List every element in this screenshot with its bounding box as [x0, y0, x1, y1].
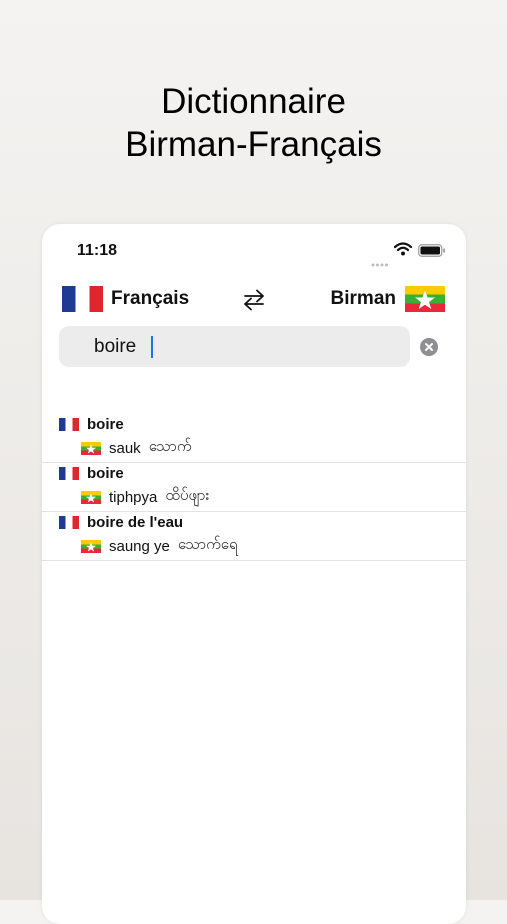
result-item[interactable]: boire tiphpya ထိပ်ဖျား — [42, 463, 466, 512]
result-source-row: boire — [59, 464, 124, 482]
result-target-script: သောက်ရေ — [177, 536, 238, 553]
result-target-romanized: tiphpya — [109, 488, 158, 506]
clear-search-button[interactable] — [420, 338, 438, 356]
target-language-selector[interactable]: Birman — [331, 286, 445, 312]
swap-arrows-icon — [244, 289, 264, 311]
myanmar-flag-icon — [81, 490, 101, 504]
result-source-word: boire de l'eau — [87, 513, 184, 531]
swap-languages-button[interactable] — [240, 288, 268, 312]
clear-icon — [425, 343, 433, 351]
search-input[interactable] — [94, 326, 394, 367]
status-time: 11:18 — [77, 242, 118, 259]
promo-headline: Dictionnaire Birman-Français — [0, 80, 507, 166]
result-source-word: boire — [87, 415, 124, 433]
signal-dots-icon — [371, 254, 389, 272]
result-item[interactable]: boire de l'eau saung ye သောက်ရေ — [42, 512, 466, 561]
target-language-label: Birman — [330, 288, 396, 309]
result-target-row: sauk သောက် — [81, 438, 192, 457]
battery-icon — [418, 244, 446, 262]
source-language-selector[interactable]: Français — [62, 286, 189, 312]
result-source-row: boire — [59, 415, 124, 433]
phone-screen: 11:18 Français Birman boire boire sauk သ… — [42, 224, 466, 924]
result-source-row: boire de l'eau — [59, 513, 184, 531]
result-target-row: saung ye သောက်ရေ — [81, 536, 238, 555]
result-source-word: boire — [87, 464, 124, 482]
status-bar: 11:18 — [42, 224, 466, 278]
source-language-label: Français — [111, 288, 190, 309]
result-item[interactable]: boire sauk သောက် — [42, 414, 466, 463]
result-target-row: tiphpya ထိပ်ဖျား — [81, 487, 210, 506]
france-flag-icon — [62, 286, 103, 312]
results-list: boire sauk သောက် boire tiphpya ထိပ်ဖျား — [42, 414, 466, 561]
language-bar: Français Birman — [42, 280, 466, 320]
myanmar-flag-icon — [81, 441, 101, 455]
result-target-script: သောက် — [148, 438, 192, 455]
france-flag-icon — [59, 417, 79, 431]
headline-line-1: Dictionnaire — [161, 82, 346, 121]
result-target-script: ထိပ်ဖျား — [165, 487, 210, 504]
france-flag-icon — [59, 466, 79, 480]
search-field[interactable] — [59, 326, 410, 367]
headline-line-2: Birman-Français — [125, 125, 382, 164]
text-cursor — [151, 336, 153, 358]
result-target-romanized: saung ye — [109, 537, 170, 555]
myanmar-flag-icon — [81, 539, 101, 553]
wifi-icon — [393, 242, 413, 261]
myanmar-flag-icon — [405, 286, 445, 312]
france-flag-icon — [59, 515, 79, 529]
result-target-romanized: sauk — [109, 439, 141, 457]
